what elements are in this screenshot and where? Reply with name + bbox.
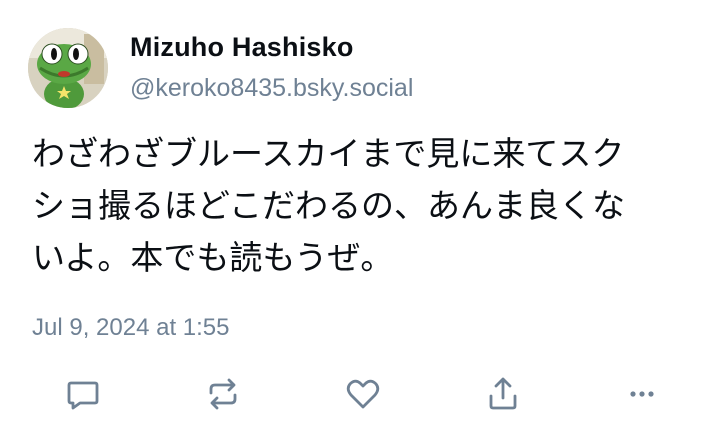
- post-timestamp: Jul 9, 2024 at 1:55: [32, 314, 230, 341]
- author-display-name[interactable]: Mizuho Hashisko: [130, 32, 354, 63]
- reply-icon: [67, 381, 99, 410]
- like-button[interactable]: [341, 372, 385, 416]
- share-button[interactable]: [481, 372, 525, 416]
- author-handle[interactable]: @keroko8435.bsky.social: [130, 74, 413, 103]
- heart-icon: [346, 379, 380, 409]
- frog-character-avatar-icon: [28, 28, 108, 108]
- post-body-text: わざわざブルースカイまで見に来てスク ショ撮るほどこだわるの、あんま良くな いよ…: [32, 134, 626, 277]
- author-avatar[interactable]: [28, 28, 108, 108]
- post-card: Mizuho Hashisko @keroko8435.bsky.social …: [0, 0, 724, 446]
- more-options-icon: [630, 391, 654, 397]
- reply-button[interactable]: [61, 372, 105, 416]
- share-icon: [489, 377, 517, 410]
- repost-button[interactable]: [201, 372, 245, 416]
- repost-icon: [209, 378, 237, 410]
- post-action-bar: [0, 372, 724, 422]
- more-options-button[interactable]: [620, 372, 664, 416]
